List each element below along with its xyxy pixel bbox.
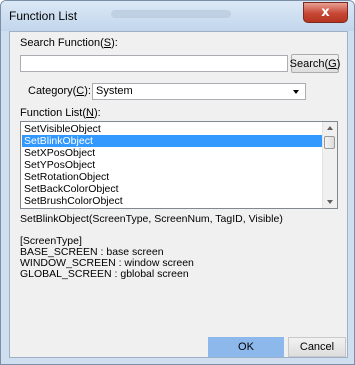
- category-selected-value: System: [96, 85, 133, 97]
- list-item[interactable]: SetYPosObject: [22, 159, 324, 171]
- function-listbox[interactable]: SetVisibleObject SetBlinkObject SetXPosO…: [20, 121, 338, 209]
- function-signature: SetBlinkObject(ScreenType, ScreenNum, Ta…: [20, 213, 283, 225]
- category-select[interactable]: System: [92, 83, 306, 100]
- category-label: Category(C):: [28, 85, 91, 97]
- list-item-selected[interactable]: SetBlinkObject: [22, 135, 324, 147]
- scroll-down-arrow-icon[interactable]: [327, 200, 333, 204]
- close-icon: x: [321, 5, 330, 20]
- ok-button[interactable]: OK: [208, 337, 284, 357]
- chevron-down-icon: [293, 90, 299, 94]
- close-button[interactable]: x: [303, 2, 348, 23]
- dialog-body: Search Function(S): Search(G) Category(C…: [9, 31, 348, 358]
- list-scrollbar[interactable]: [322, 122, 337, 208]
- list-item[interactable]: SetRotationObject: [22, 171, 324, 183]
- list-item[interactable]: SetVisibleObject: [22, 123, 324, 135]
- list-item[interactable]: SetBrushColorObject: [22, 195, 324, 207]
- window-title: Function List: [9, 9, 78, 23]
- scroll-up-arrow-icon[interactable]: [327, 126, 333, 130]
- cancel-button[interactable]: Cancel: [288, 337, 346, 357]
- function-list-label: Function List(N):: [20, 107, 101, 119]
- title-bar-blur: [111, 10, 231, 18]
- search-input[interactable]: [20, 55, 288, 72]
- function-description: [ScreenType] BASE_SCREEN : base screen W…: [20, 236, 194, 280]
- list-item[interactable]: SetBackColorObject: [22, 183, 324, 195]
- function-list-dialog: Function List x Search Function(S): Sear…: [0, 0, 355, 365]
- scroll-thumb[interactable]: [324, 136, 335, 149]
- list-item[interactable]: SetXPosObject: [22, 147, 324, 159]
- title-bar[interactable]: Function List x: [1, 1, 354, 31]
- description-line: GLOBAL_SCREEN : gblobal screen: [20, 268, 189, 280]
- search-button[interactable]: Search(G): [290, 54, 340, 73]
- search-function-label: Search Function(S):: [20, 37, 118, 49]
